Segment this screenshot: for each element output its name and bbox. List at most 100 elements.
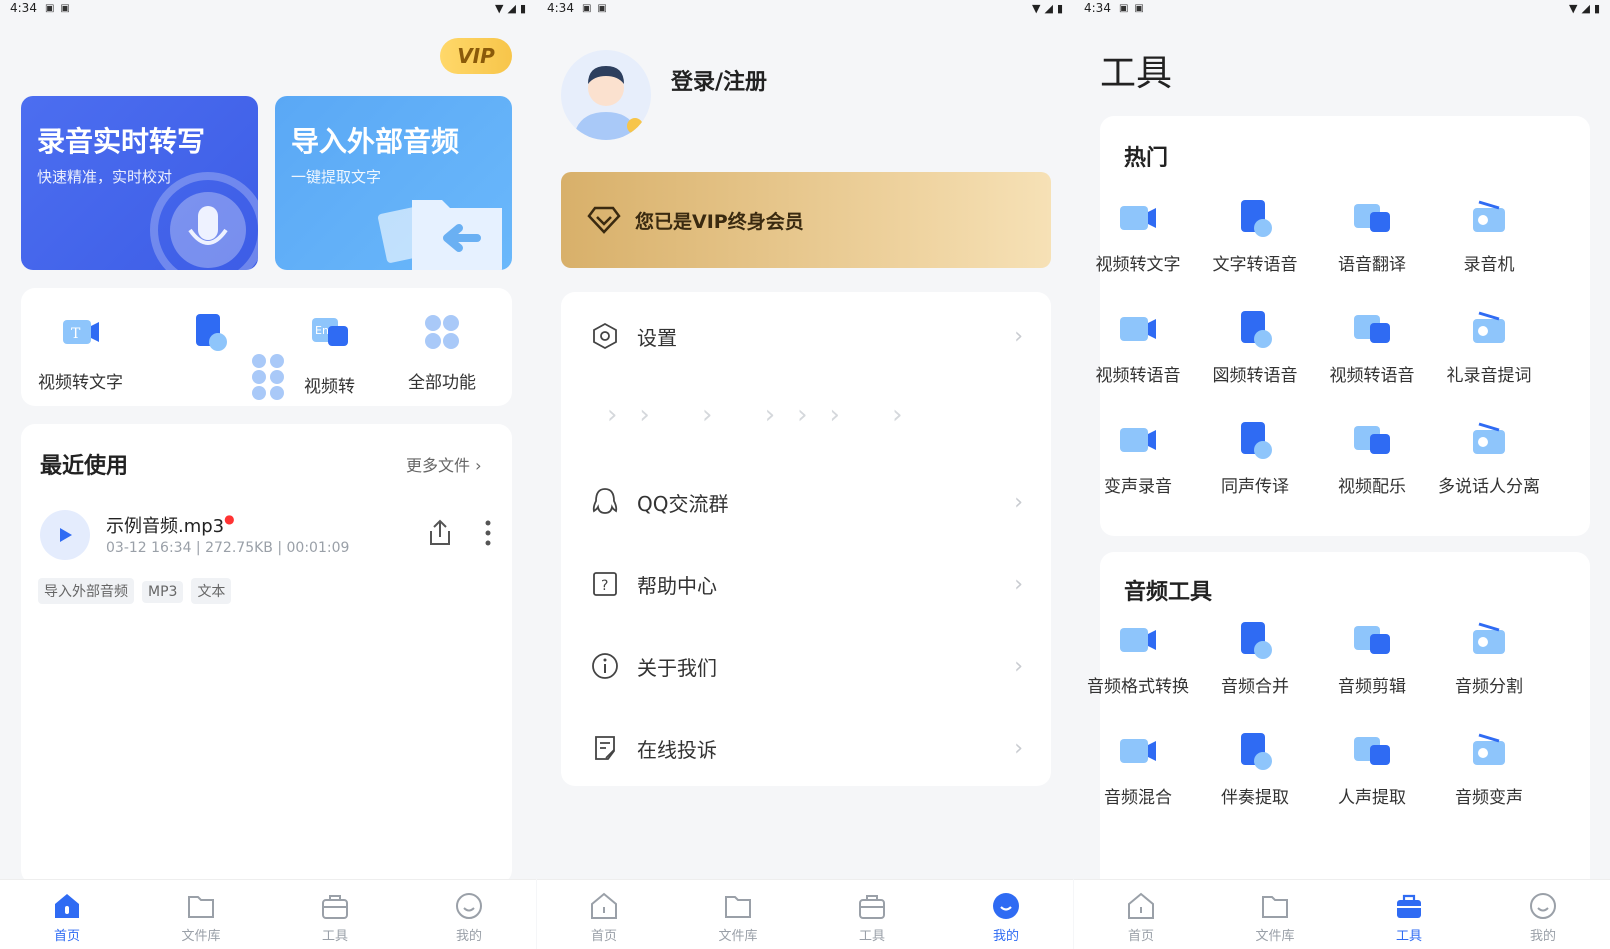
home-icon [591,892,617,919]
text-to-speech-icon [1241,200,1272,237]
tool-item[interactable]: 同声传译 [1195,418,1315,497]
tool-item[interactable]: 図频转语音 [1195,307,1315,386]
microphone-icon [150,172,258,270]
tool-item[interactable]: 文字转语音 [1195,196,1315,275]
document-audio-icon [196,314,227,351]
user-avatar-icon [573,66,643,140]
folder-icon [725,896,751,918]
tool-item[interactable]: 多说话人分离 [1429,418,1549,497]
toolbox-icon [859,895,885,919]
accompaniment-extract-icon [1241,733,1272,770]
vocal-extract-icon [1354,737,1390,765]
tool-item[interactable]: 变声录音 [1078,418,1198,497]
tool-label: 语音翻译 [1338,255,1406,275]
chevron-right-icon: › [1014,489,1023,515]
svg-text:T: T [71,326,81,342]
share-icon[interactable] [426,518,454,548]
file-name-text: 示例音频.mp3 [106,516,225,537]
quick-text-to-speech[interactable] [188,310,232,354]
play-button[interactable] [40,510,90,560]
tool-item[interactable]: 伴奏提取 [1195,729,1315,808]
vip-status-card[interactable]: 您已是VIP终身会员 [561,172,1051,268]
audio-format-convert-icon [1120,628,1156,652]
status-time: 4:34 [1084,1,1111,15]
menu-settings[interactable]: 设置 › [561,296,1051,376]
folder-import-icon [377,200,502,270]
voice-changer-record-icon [1120,428,1156,452]
tool-item[interactable]: 音频变声 [1429,729,1549,808]
play-icon [60,528,72,542]
file-duration: 00:01:09 [286,540,350,556]
nav-label: 工具 [858,929,885,944]
more-vert-icon[interactable] [484,518,492,548]
settings-icon [593,322,617,350]
import-audio-banner[interactable]: 导入外部音频 一键提取文字 [275,96,512,270]
nav-label: 我的 [455,929,482,944]
tool-item[interactable]: 音频格式转换 [1078,618,1198,697]
audio-mix-icon [1120,739,1156,763]
battery-icon: ▮ [1593,1,1600,15]
home-screen: 4:34 ▣ ▣ ▼ ◢ ▮ VIP 录音实时转写 快速精准，实时校对 导入外部音频 … [0,0,536,949]
tool-item[interactable]: 视频转语音 [1078,307,1198,386]
tool-label: 多说话人分离 [1438,477,1540,497]
section-title-audio: 音频工具 [1124,580,1213,605]
nav-label: 首页 [53,929,80,944]
recent-file-item[interactable]: 示例音频.mp3● 03-12 16:34 | 272.75KB | 00:01… [40,506,500,566]
nav-label: 我的 [1529,929,1556,944]
menu-about-us[interactable]: 关于我们 › [561,626,1051,706]
nav-files[interactable]: 文件库 [161,892,241,944]
quick-video-to[interactable]: En 视频转 [304,310,355,397]
file-tags: 导入外部音频 MP3 文本 [38,578,239,604]
tool-item[interactable]: 音频混合 [1078,729,1198,808]
avatar[interactable] [561,50,651,140]
record-transcribe-banner[interactable]: 录音实时转写 快速精准，实时校对 [21,96,258,270]
tool-item[interactable]: 语音翻译 [1312,196,1432,275]
nav-home[interactable]: 首页 [1101,892,1181,944]
quick-all-features[interactable]: 全部功能 [408,310,476,393]
nav-me[interactable]: 我的 [429,892,509,944]
a-icon: ▣ [60,2,70,14]
nav-tools[interactable]: 工具 [1369,892,1449,944]
tool-label: 音频格式转换 [1087,677,1189,697]
tool-item[interactable]: 音频剪辑 [1312,618,1432,697]
nav-me[interactable]: 我的 [1503,892,1583,944]
menu-help-center[interactable]: ? 帮助中心 › [561,544,1051,624]
nav-home[interactable]: 首页 [564,892,644,944]
nav-tools[interactable]: 工具 [832,892,912,944]
login-register-link[interactable]: 登录/注册 [671,64,767,96]
tool-item[interactable]: 视频转文字 [1078,196,1198,275]
status-bar: 4:34 ▣ ▣ ▼ ◢ ▮ [537,0,1073,16]
tool-label: 视频转语音 [1095,366,1181,386]
tool-item[interactable]: 礼录音提词 [1429,307,1549,386]
menu-online-complaint[interactable]: 在线投诉 › [561,708,1051,788]
nav-tools[interactable]: 工具 [295,892,375,944]
tool-item[interactable]: 视频转语音 [1312,307,1432,386]
tool-item[interactable]: 录音机 [1429,196,1549,275]
signal-icon: ◢ [507,1,516,15]
menu-label: 帮助中心 [637,573,717,598]
nav-label: 首页 [590,929,617,944]
complaint-form-icon [595,736,615,760]
tool-item[interactable]: 音频合并 [1195,618,1315,697]
nav-files[interactable]: 文件库 [698,892,778,944]
wifi-icon: ▼ [1569,1,1578,15]
vip-badge[interactable]: VIP [440,38,512,74]
audio-voice-change-icon [1473,733,1505,765]
nav-me[interactable]: 我的 [966,892,1046,944]
vip-status-text: 您已是VIP终身会员 [635,210,804,233]
tool-item[interactable]: 音频分割 [1429,618,1549,697]
tool-label: 音频变声 [1455,788,1523,808]
file-name: 示例音频.mp3● [106,512,235,537]
tool-label: 音频剪辑 [1338,677,1406,697]
menu-qq-group[interactable]: QQ交流群 › [561,462,1051,542]
tool-item[interactable]: 人声提取 [1312,729,1432,808]
nav-home[interactable]: 首页 [27,892,107,944]
speaker-separation-icon [1473,422,1505,454]
more-files-link[interactable]: 更多文件 › [406,452,482,476]
tool-label: 音频混合 [1104,788,1172,808]
quick-video-to-text[interactable]: T 视频转文字 [38,310,123,393]
nav-files[interactable]: 文件库 [1235,892,1315,944]
tool-label: 录音机 [1463,255,1515,275]
tool-item[interactable]: 视频配乐 [1312,418,1432,497]
menu-label: 在线投诉 [637,737,717,762]
